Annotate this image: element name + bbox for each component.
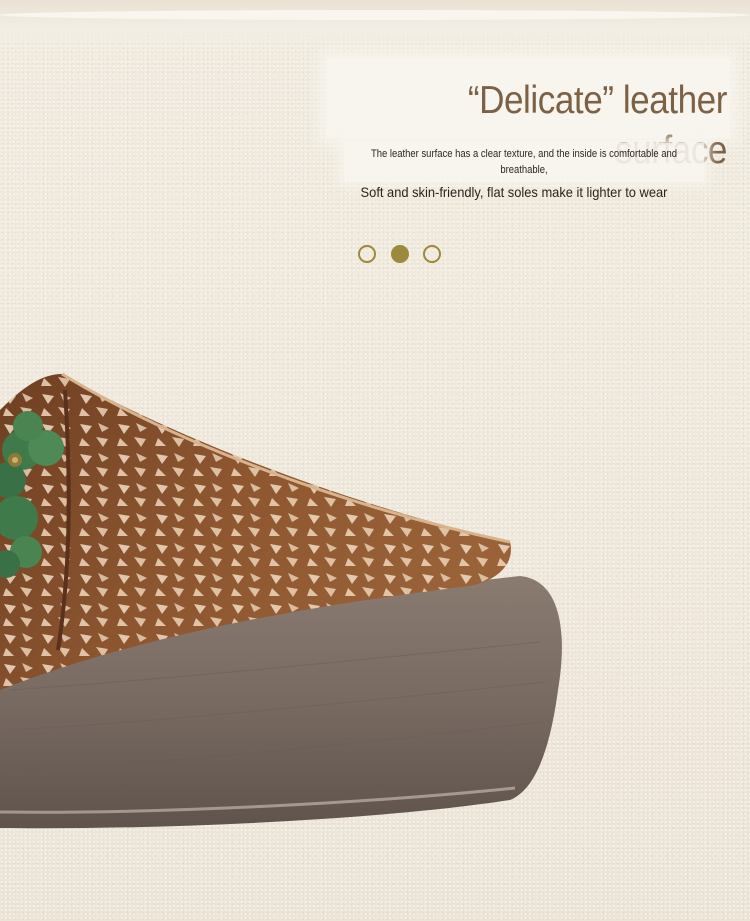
subtitle-text: Soft and skin-friendly, flat soles make … xyxy=(360,184,668,200)
carousel-dot-1[interactable] xyxy=(358,245,376,263)
carousel-dot-2-active[interactable] xyxy=(391,245,409,263)
carousel-indicator xyxy=(358,245,444,265)
carousel-dot-3[interactable] xyxy=(423,245,441,263)
top-wave-band xyxy=(0,0,750,50)
description-text: The leather surface has a clear texture,… xyxy=(370,148,678,176)
product-shoe-image xyxy=(0,372,562,829)
